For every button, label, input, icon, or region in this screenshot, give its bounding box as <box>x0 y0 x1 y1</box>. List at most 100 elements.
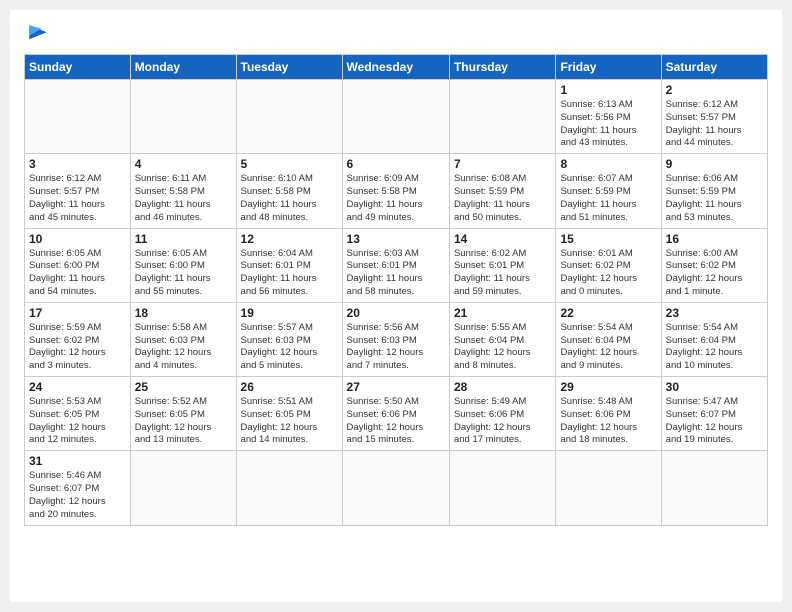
calendar-cell: 18 Sunrise: 5:58 AM Sunset: 6:03 PM Dayli… <box>130 302 236 376</box>
calendar-cell: 21 Sunrise: 5:55 AM Sunset: 6:04 PM Dayli… <box>449 302 555 376</box>
day-number: 8 <box>560 157 656 171</box>
day-number: 2 <box>666 83 763 97</box>
day-info: Sunrise: 6:05 AM Sunset: 6:00 PM Dayligh… <box>135 248 232 299</box>
day-number: 10 <box>29 232 126 246</box>
week-row-5: 24 Sunrise: 5:53 AM Sunset: 6:05 PM Dayli… <box>25 377 768 451</box>
day-number: 9 <box>666 157 763 171</box>
day-info: Sunrise: 5:55 AM Sunset: 6:04 PM Dayligh… <box>454 322 551 373</box>
day-number: 27 <box>347 380 445 394</box>
page: SundayMondayTuesdayWednesdayThursdayFrid… <box>10 10 782 602</box>
weekday-header-sunday: Sunday <box>25 55 131 80</box>
calendar-cell: 5 Sunrise: 6:10 AM Sunset: 5:58 PM Daylig… <box>236 154 342 228</box>
calendar-cell <box>25 80 131 154</box>
day-number: 31 <box>29 454 126 468</box>
weekday-header-saturday: Saturday <box>661 55 767 80</box>
day-info: Sunrise: 5:54 AM Sunset: 6:04 PM Dayligh… <box>666 322 763 373</box>
calendar-cell: 14 Sunrise: 6:02 AM Sunset: 6:01 PM Dayli… <box>449 228 555 302</box>
day-info: Sunrise: 6:11 AM Sunset: 5:58 PM Dayligh… <box>135 173 232 224</box>
day-info: Sunrise: 5:58 AM Sunset: 6:03 PM Dayligh… <box>135 322 232 373</box>
day-info: Sunrise: 5:53 AM Sunset: 6:05 PM Dayligh… <box>29 396 126 447</box>
day-number: 4 <box>135 157 232 171</box>
calendar-cell: 6Sunrise: 6:09 AM Sunset: 5:58 PM Daylig… <box>342 154 449 228</box>
day-info: Sunrise: 5:56 AM Sunset: 6:03 PM Dayligh… <box>347 322 445 373</box>
day-number: 14 <box>454 232 551 246</box>
calendar-cell <box>236 80 342 154</box>
calendar-cell: 20 Sunrise: 5:56 AM Sunset: 6:03 PM Dayli… <box>342 302 449 376</box>
day-info: Sunrise: 5:50 AM Sunset: 6:06 PM Dayligh… <box>347 396 445 447</box>
day-number: 25 <box>135 380 232 394</box>
weekday-header-thursday: Thursday <box>449 55 555 80</box>
calendar-cell: 31 Sunrise: 5:46 AM Sunset: 6:07 PM Dayli… <box>25 451 131 525</box>
calendar-cell: 16 Sunrise: 6:00 AM Sunset: 6:02 PM Dayli… <box>661 228 767 302</box>
day-info: Sunrise: 6:05 AM Sunset: 6:00 PM Dayligh… <box>29 248 126 299</box>
day-info: Sunrise: 6:07 AM Sunset: 5:59 PM Dayligh… <box>560 173 656 224</box>
calendar-cell: 23 Sunrise: 5:54 AM Sunset: 6:04 PM Dayli… <box>661 302 767 376</box>
weekday-header-monday: Monday <box>130 55 236 80</box>
calendar-cell: 11Sunrise: 6:05 AM Sunset: 6:00 PM Dayli… <box>130 228 236 302</box>
calendar-cell: 1Sunrise: 6:13 AM Sunset: 5:56 PM Daylig… <box>556 80 661 154</box>
day-info: Sunrise: 6:10 AM Sunset: 5:58 PM Dayligh… <box>241 173 338 224</box>
day-info: Sunrise: 6:08 AM Sunset: 5:59 PM Dayligh… <box>454 173 551 224</box>
calendar-cell <box>236 451 342 525</box>
calendar-cell: 12 Sunrise: 6:04 AM Sunset: 6:01 PM Dayli… <box>236 228 342 302</box>
day-number: 23 <box>666 306 763 320</box>
day-number: 24 <box>29 380 126 394</box>
calendar-cell: 2 Sunrise: 6:12 AM Sunset: 5:57 PM Daylig… <box>661 80 767 154</box>
weekday-header-wednesday: Wednesday <box>342 55 449 80</box>
calendar-cell <box>342 80 449 154</box>
calendar-cell <box>130 80 236 154</box>
calendar-cell <box>449 451 555 525</box>
calendar-cell <box>449 80 555 154</box>
calendar-cell <box>130 451 236 525</box>
calendar-cell: 9Sunrise: 6:06 AM Sunset: 5:59 PM Daylig… <box>661 154 767 228</box>
calendar-cell <box>342 451 449 525</box>
week-row-6: 31 Sunrise: 5:46 AM Sunset: 6:07 PM Dayli… <box>25 451 768 525</box>
day-number: 13 <box>347 232 445 246</box>
weekday-header-tuesday: Tuesday <box>236 55 342 80</box>
day-number: 28 <box>454 380 551 394</box>
day-info: Sunrise: 5:59 AM Sunset: 6:02 PM Dayligh… <box>29 322 126 373</box>
day-number: 17 <box>29 306 126 320</box>
header <box>24 20 768 48</box>
calendar-cell: 17 Sunrise: 5:59 AM Sunset: 6:02 PM Dayli… <box>25 302 131 376</box>
day-number: 12 <box>241 232 338 246</box>
day-info: Sunrise: 6:12 AM Sunset: 5:57 PM Dayligh… <box>666 99 763 150</box>
day-number: 30 <box>666 380 763 394</box>
day-info: Sunrise: 6:01 AM Sunset: 6:02 PM Dayligh… <box>560 248 656 299</box>
week-row-1: 1Sunrise: 6:13 AM Sunset: 5:56 PM Daylig… <box>25 80 768 154</box>
calendar-cell: 26 Sunrise: 5:51 AM Sunset: 6:05 PM Dayli… <box>236 377 342 451</box>
week-row-4: 17 Sunrise: 5:59 AM Sunset: 6:02 PM Dayli… <box>25 302 768 376</box>
calendar-cell: 8 Sunrise: 6:07 AM Sunset: 5:59 PM Daylig… <box>556 154 661 228</box>
day-info: Sunrise: 6:00 AM Sunset: 6:02 PM Dayligh… <box>666 248 763 299</box>
calendar-cell <box>556 451 661 525</box>
calendar-cell: 19Sunrise: 5:57 AM Sunset: 6:03 PM Dayli… <box>236 302 342 376</box>
calendar-cell: 10 Sunrise: 6:05 AM Sunset: 6:00 PM Dayli… <box>25 228 131 302</box>
day-info: Sunrise: 5:47 AM Sunset: 6:07 PM Dayligh… <box>666 396 763 447</box>
calendar-cell: 7 Sunrise: 6:08 AM Sunset: 5:59 PM Daylig… <box>449 154 555 228</box>
day-info: Sunrise: 5:49 AM Sunset: 6:06 PM Dayligh… <box>454 396 551 447</box>
day-number: 18 <box>135 306 232 320</box>
calendar-cell: 24 Sunrise: 5:53 AM Sunset: 6:05 PM Dayli… <box>25 377 131 451</box>
calendar-table: SundayMondayTuesdayWednesdayThursdayFrid… <box>24 54 768 526</box>
day-number: 20 <box>347 306 445 320</box>
day-number: 3 <box>29 157 126 171</box>
week-row-3: 10 Sunrise: 6:05 AM Sunset: 6:00 PM Dayli… <box>25 228 768 302</box>
generalblue-logo-icon <box>24 20 52 48</box>
day-info: Sunrise: 5:51 AM Sunset: 6:05 PM Dayligh… <box>241 396 338 447</box>
day-number: 26 <box>241 380 338 394</box>
calendar-cell: 29Sunrise: 5:48 AM Sunset: 6:06 PM Dayli… <box>556 377 661 451</box>
calendar-cell: 22Sunrise: 5:54 AM Sunset: 6:04 PM Dayli… <box>556 302 661 376</box>
calendar-cell: 13Sunrise: 6:03 AM Sunset: 6:01 PM Dayli… <box>342 228 449 302</box>
calendar-cell: 30 Sunrise: 5:47 AM Sunset: 6:07 PM Dayli… <box>661 377 767 451</box>
day-info: Sunrise: 6:02 AM Sunset: 6:01 PM Dayligh… <box>454 248 551 299</box>
weekday-header-friday: Friday <box>556 55 661 80</box>
day-number: 21 <box>454 306 551 320</box>
day-number: 7 <box>454 157 551 171</box>
day-info: Sunrise: 6:04 AM Sunset: 6:01 PM Dayligh… <box>241 248 338 299</box>
day-number: 22 <box>560 306 656 320</box>
calendar-cell: 3 Sunrise: 6:12 AM Sunset: 5:57 PM Daylig… <box>25 154 131 228</box>
day-info: Sunrise: 6:12 AM Sunset: 5:57 PM Dayligh… <box>29 173 126 224</box>
day-number: 16 <box>666 232 763 246</box>
day-info: Sunrise: 5:46 AM Sunset: 6:07 PM Dayligh… <box>29 470 126 521</box>
day-number: 5 <box>241 157 338 171</box>
